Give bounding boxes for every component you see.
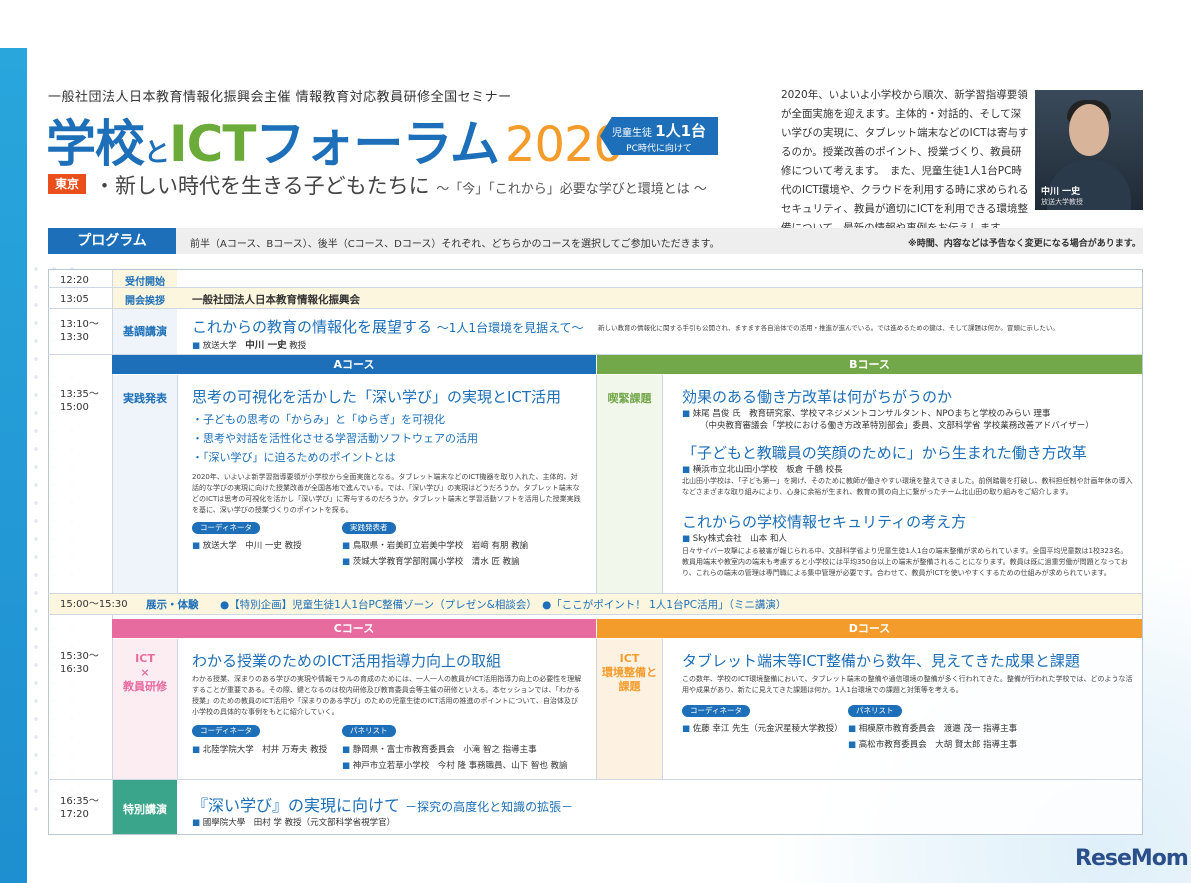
course-d-pan1: ■ 相模原市教育委員会 渡邉 茂一 指導主事 [848,724,1018,734]
special-title: 『深い学び』の実現に向けて －探究の高度化と知識の拡張－ [192,796,574,815]
resemom-logo: ReseMom [1075,846,1189,871]
course-b-label-bg [597,375,662,593]
course-b-body-3: 日々サイバー攻撃による被害が報じられる中、文部科学省より児童生徒1人1台の端末整… [682,547,1128,577]
keynote-time: 13:10～ 13:30 [60,319,99,343]
title-year: 2020 [504,117,624,173]
special-time: 16:35～ 17:20 [60,796,99,820]
course-a-bullets: ・子どもの思考の「からみ」と「ゆらぎ」を可視化 ・思考や対話を活性化させる学習活… [192,410,478,467]
course-d-pan2: ■ 高松市教育委員会 大胡 賢太郎 指導主事 [848,740,1018,750]
course-d-coord-pill: コーディネータ [682,705,750,717]
course-b-speaker-1: ■ 妹尾 昌俊 氏 教育研究家、学校マネジメントコンサルタント、NPOまちと学校… [682,409,1051,419]
intro-text: 2020年、いよいよ小学校から順次、新学習指導要領が全面実施を迎えます。主体的・… [781,89,1029,234]
title-to: と [144,138,170,168]
tagline-main: ・新しい時代を生きる子どもたちに [94,174,430,198]
row-divider [48,779,1143,780]
course-a-bullet: ・子どもの思考の「からみ」と「ゆらぎ」を可視化 [192,413,445,426]
course-a-pres2: ■ 茨城大学教育学部附属小学校 清水 匠 教諭 [342,557,520,567]
opening-label: 開会挨拶 [125,296,165,307]
keynote-speaker: ■ 放送大学 中川 一史 教授 [192,340,307,351]
course-b-label: 喫緊課題 [607,392,652,405]
page-title: 学校とICTフォーラム 2020 [46,104,624,176]
keynote-title: これからの教育の情報化を展望する ～1人1台環境を見据えて～ [192,318,584,336]
course-d-label: ICT 環境整備と 課題 [602,652,657,693]
course-c-coord-pill: コーディネータ [192,725,260,737]
program-note: ※時間、内容などは予告なく変更になる場合があります。 [908,239,1141,249]
title-ict: ICT [169,115,256,173]
tag-prefix: 児童生徒 [611,128,652,139]
exhibit-time: 15:00～15:30 [60,599,128,610]
course-c-label: ICT × 教員研修 [123,652,167,693]
course-a-bullet: ・思考や対話を活性化させる学習活動ソフトウェアの活用 [192,432,478,445]
course-c-header: Cコース [112,619,596,638]
opening-content: 一般社団法人日本教育情報化振興会 [192,294,360,306]
course-d-title: タブレット端末等ICT整備から数年、見えてきた成果と課題 [682,652,1080,670]
course-a-header: Aコース [112,355,596,374]
course-a-label: 実践発表 [123,392,167,405]
special-speaker: ■ 國學院大學 田村 学 教授（元文部科学省視学官） [192,818,396,828]
reception-time: 12:20 [60,275,89,286]
speaker-photo: 中川 一史 放送大学教授 [1035,90,1143,210]
tagline: ・新しい時代を生きる子どもたちに ～「今」「これから」必要な学びと環境とは ～ [94,170,707,200]
title-forum: フォーラム [255,115,499,173]
course-b-speaker-1-note: （中央教育審議会「学校における働き方改革特別部会」委員、文部科学省 学校業務改善… [700,421,1094,431]
tagline-sub: ～「今」「これから」必要な学びと環境とは ～ [436,182,707,197]
photo-affil: 放送大学教授 [1041,198,1083,206]
course-b-title-2: 「子どもと教職員の笑顔のために」から生まれた働き方改革 [682,444,1087,462]
tag-line2: PC時代に向けて [626,144,692,154]
course-a-pres1: ■ 鳥取県・岩美町立岩美中学校 岩﨑 有朋 教諭 [342,541,529,551]
course-a-label-bg [113,375,177,593]
reception-label: 受付開始 [125,277,165,288]
exhibit-label: 展示・体験 [146,599,199,611]
opening-time: 13:05 [60,294,89,305]
course-a-title: 思考の可視化を活かした「深い学び」の実現とICT活用 [192,388,562,406]
course-d-body: この数年、学校のICT環境整備において、タブレット端末の整備や通信環境の整備が多… [682,675,1133,694]
course-d-header: Dコース [597,619,1142,638]
course-b-speaker-2: ■ 横浜市立北山田小学校 板倉 千鶴 校長 [682,465,843,475]
keynote-label: 基調講演 [123,325,167,338]
course-b-body-2: 北山田小学校は、「子ども第一」を掲げ、そのために教師が働きやすい環境を整えてきま… [682,477,1133,496]
course-b-title-3: これからの学校情報セキュリティの考え方 [682,513,967,531]
course-c-pan-pill: パネリスト [342,725,396,737]
course-b-speaker-3: ■ Sky株式会社 山本 和人 [682,534,787,544]
title-gakko: 学校 [46,115,145,173]
keynote-desc: 新しい教育の情報化に関する手引も公開され、ますます各自治体での活用・推進が進んで… [598,324,1059,332]
program-label: プログラム [48,228,176,254]
course-ab-time: 13:35～ 15:00 [60,389,99,413]
row-divider [48,308,1143,309]
course-a-coord-pill: コーディネータ [192,522,260,534]
course-b-header: Bコース [597,355,1142,374]
course-c-title: わかる授業のためのICT活用指導力向上の取組 [192,652,502,670]
course-d-pan-pill: パネリスト [848,705,902,717]
course-d-coord: ■ 佐藤 幸江 先生（元金沢星稜大学教授） [682,724,843,734]
course-a-body: 2020年、いよいよ新学習指導要領が小学校から全面実施となる。タブレット端末など… [192,473,581,514]
exhibit-content: ●【特別企画】児童生徒1人1台PC整備ゾーン（プレゼン&相談会） ●「ここがポイ… [220,599,787,611]
program-desc: 前半（Aコース、Bコース）、後半（Cコース、Dコース）それぞれ、どちらかのコース… [190,239,720,250]
left-accent-bar [0,48,27,883]
special-label: 特別講演 [123,803,167,816]
course-c-body: わかる授業、深まりのある学びの実現や情報モラルの育成のためには、一人一人の教員が… [192,675,582,716]
col-divider [662,375,663,593]
col-divider [177,639,178,779]
pc-tag-badge: 児童生徒 1人1台 PC時代に向けて [600,117,718,155]
row-divider [48,614,1143,615]
course-b-title-1: 効果のある働き方改革は何がちがうのか [682,388,953,406]
course-c-pan1: ■ 静岡県・富士市教育委員会 小滝 智之 指導主事 [342,745,537,755]
course-a-pres-pill: 実践発表者 [342,522,396,534]
tag-main: 1人1台 [655,122,707,140]
course-a-coord: ■ 放送大学 中川 一史 教授 [192,541,302,551]
course-a-bullet: ・「深い学び」に迫るためのポイントとは [192,451,396,464]
photo-name: 中川 一史 [1041,187,1081,197]
course-cd-time: 15:30～ 16:30 [60,651,99,675]
course-c-coord: ■ 北陸学院大学 村井 万寿夫 教授 [192,745,328,755]
header-subtitle: 一般社団法人日本教育情報化振興会主催 情報教育対応教員研修全国セミナー [48,90,512,105]
col-divider [662,639,663,779]
location-badge: 東京 [48,174,86,194]
col-divider [177,375,178,593]
course-c-pan2: ■ 神戸市立若草小学校 今村 隆 事務職員、山下 智也 教諭 [342,761,568,771]
